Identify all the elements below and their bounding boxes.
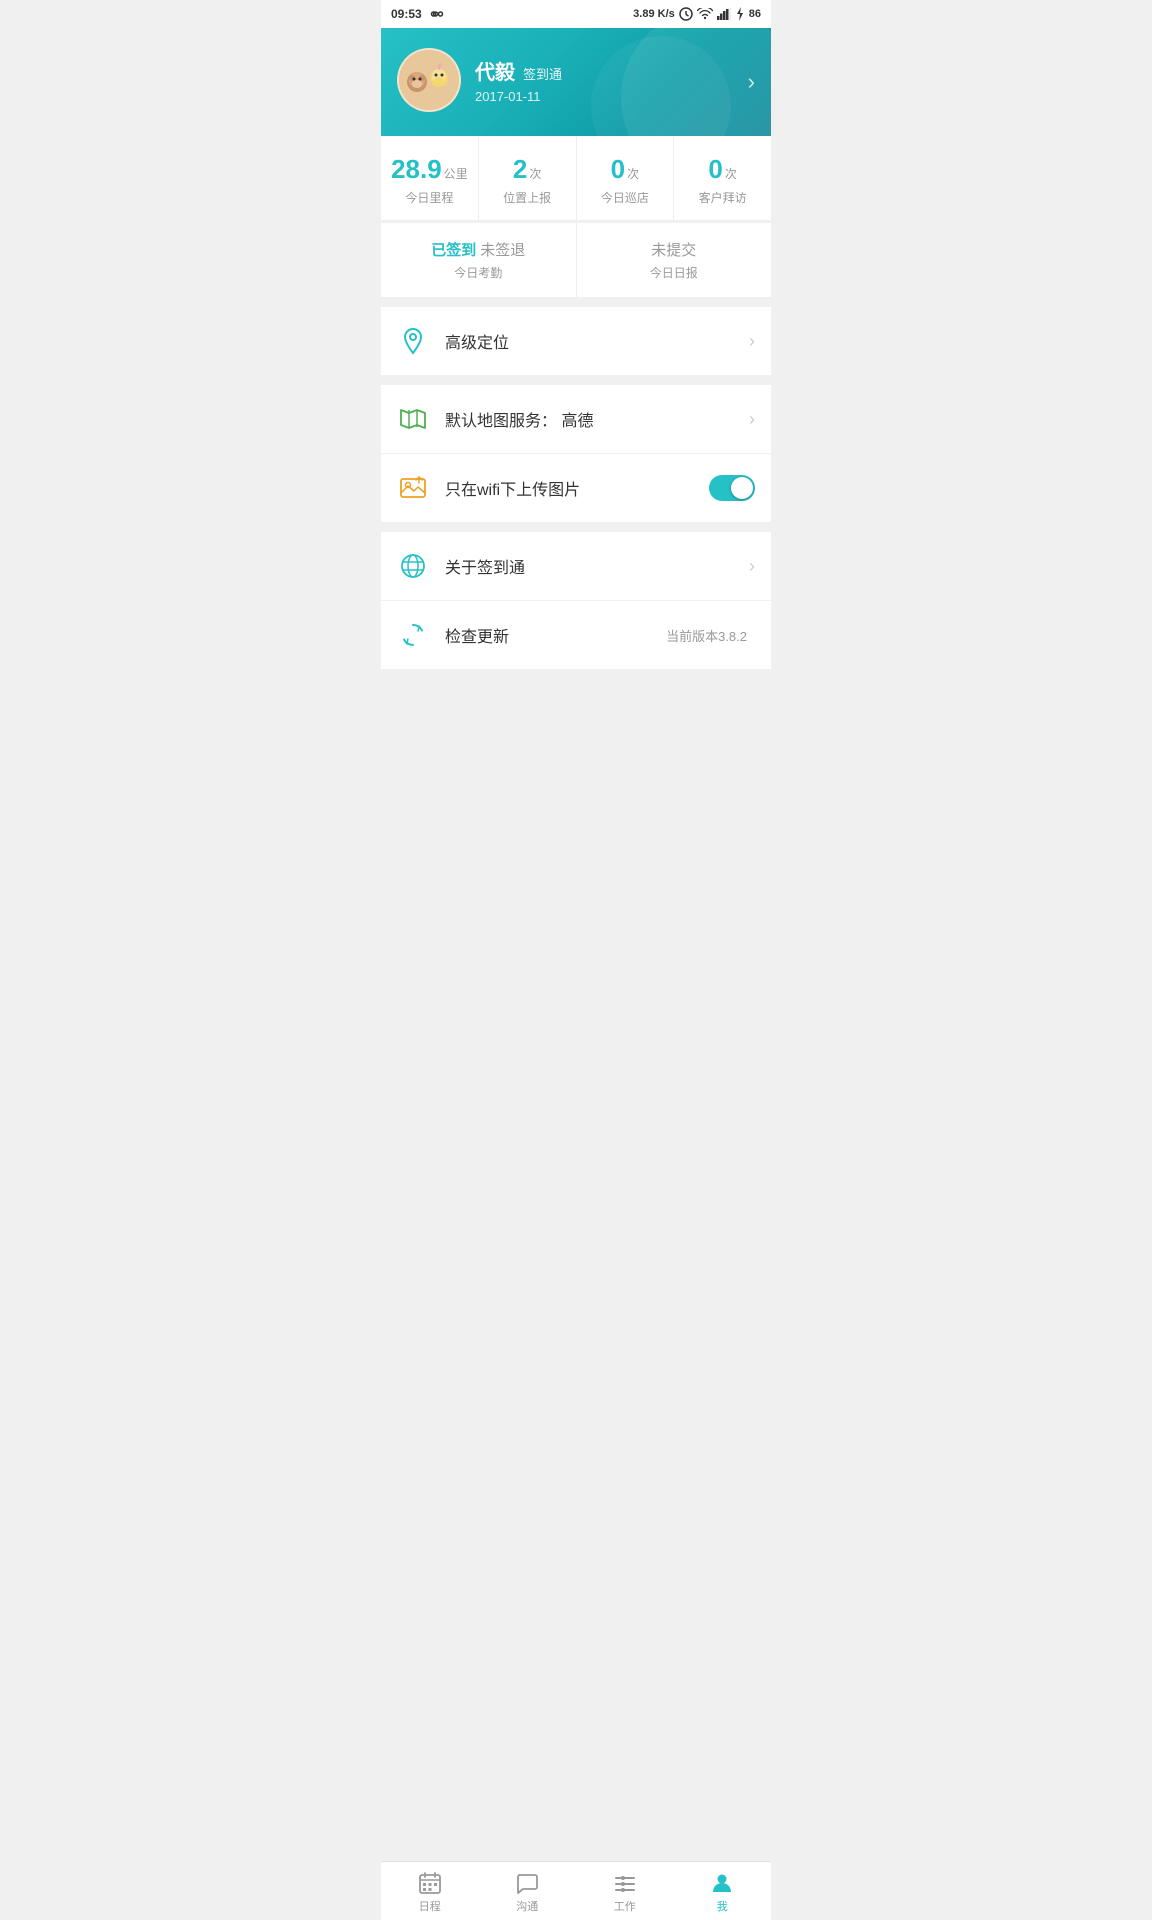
stat-visit-value: 0 bbox=[708, 154, 722, 185]
stat-mileage-label: 今日里程 bbox=[387, 189, 472, 206]
menu-label-about: 关于签到通 bbox=[445, 554, 749, 578]
menu-label-advanced-location: 高级定位 bbox=[445, 329, 749, 353]
menu-item-map-service[interactable]: 默认地图服务： 高德 › bbox=[381, 385, 771, 454]
nav-item-chat[interactable]: 沟通 bbox=[479, 1862, 577, 1920]
menu-section-2: 默认地图服务： 高德 › 只在wifi下上传图片 bbox=[381, 385, 771, 522]
divider-2 bbox=[381, 375, 771, 385]
toggle-knob bbox=[731, 477, 753, 499]
person-icon bbox=[709, 1870, 735, 1896]
status-time: 09:53 bbox=[391, 7, 422, 21]
stat-visit-label: 客户拜访 bbox=[680, 189, 765, 206]
nav-label-me: 我 bbox=[717, 1898, 728, 1914]
report-label: 今日日报 bbox=[587, 264, 762, 281]
attendance-checkin[interactable]: 已签到 未签退 今日考勤 bbox=[381, 223, 577, 297]
bottom-nav: 日程 沟通 工作 bbox=[381, 1861, 771, 1920]
menu-item-wifi-upload[interactable]: 只在wifi下上传图片 bbox=[381, 454, 771, 522]
wifi-icon bbox=[697, 8, 713, 20]
stat-location-label: 位置上报 bbox=[485, 189, 570, 206]
location-icon bbox=[397, 325, 429, 357]
globe-icon bbox=[397, 550, 429, 582]
stat-store-label: 今日巡店 bbox=[583, 189, 668, 206]
avatar bbox=[397, 48, 461, 112]
nav-label-work: 工作 bbox=[614, 1898, 636, 1914]
menu-item-advanced-location[interactable]: 高级定位 › bbox=[381, 307, 771, 375]
stat-mileage-unit: 公里 bbox=[444, 165, 468, 182]
menu-value-check-update: 当前版本3.8.2 bbox=[666, 626, 747, 645]
refresh-icon bbox=[397, 619, 429, 651]
profile-name: 代毅 bbox=[475, 56, 515, 85]
nav-item-me[interactable]: 我 bbox=[674, 1862, 772, 1920]
battery-level: 86 bbox=[749, 8, 761, 20]
stat-visit-unit: 次 bbox=[725, 165, 737, 182]
menu-section-3: 关于签到通 › 检查更新 当前版本3.8.2 bbox=[381, 532, 771, 669]
stat-mileage-value: 28.9 bbox=[391, 154, 442, 185]
stat-store: 0 次 今日巡店 bbox=[577, 136, 675, 220]
stat-store-unit: 次 bbox=[627, 165, 639, 182]
stats-section: 28.9 公里 今日里程 2 次 位置上报 0 次 今日巡店 0 次 客户拜访 bbox=[381, 136, 771, 221]
menu-label-wifi-upload: 只在wifi下上传图片 bbox=[445, 476, 709, 500]
status-left: 09:53 bbox=[391, 7, 446, 21]
network-speed: 3.89 K/s bbox=[633, 8, 675, 20]
attendance-label: 今日考勤 bbox=[391, 264, 566, 281]
profile-date: 2017-01-11 bbox=[475, 89, 755, 104]
stat-location-unit: 次 bbox=[529, 165, 541, 182]
menu-item-about[interactable]: 关于签到通 › bbox=[381, 532, 771, 601]
chat-icon bbox=[514, 1870, 540, 1896]
stat-location-value: 2 bbox=[513, 154, 527, 185]
report-status: 未提交 bbox=[651, 239, 696, 260]
menu-label-map-service: 默认地图服务： 高德 bbox=[445, 407, 749, 431]
menu-arrow-map-service: › bbox=[749, 409, 755, 430]
profile-header[interactable]: 代毅 签到通 2017-01-11 › bbox=[381, 28, 771, 136]
menu-item-check-update[interactable]: 检查更新 当前版本3.8.2 bbox=[381, 601, 771, 669]
status-right: 3.89 K/s 86 bbox=[633, 7, 761, 21]
attendance-report[interactable]: 未提交 今日日报 bbox=[577, 223, 772, 297]
wifi-toggle-wrapper[interactable] bbox=[709, 475, 755, 501]
profile-arrow[interactable]: › bbox=[748, 69, 755, 95]
signal-icon bbox=[717, 8, 731, 20]
nav-label-chat: 沟通 bbox=[516, 1898, 538, 1914]
divider-1 bbox=[381, 297, 771, 307]
status-bar: 09:53 3.89 K/s bbox=[381, 0, 771, 28]
work-icon bbox=[612, 1870, 638, 1896]
stat-location: 2 次 位置上报 bbox=[479, 136, 577, 220]
attendance-section: 已签到 未签退 今日考勤 未提交 今日日报 bbox=[381, 223, 771, 297]
profile-tag: 签到通 bbox=[523, 64, 562, 83]
nav-label-schedule: 日程 bbox=[419, 1898, 441, 1914]
infinity-icon bbox=[428, 8, 446, 20]
menu-arrow-about: › bbox=[749, 556, 755, 577]
stat-store-value: 0 bbox=[611, 154, 625, 185]
signed-status: 已签到 bbox=[431, 239, 476, 260]
charging-icon bbox=[735, 7, 745, 21]
stat-visit: 0 次 客户拜访 bbox=[674, 136, 771, 220]
menu-label-check-update: 检查更新 bbox=[445, 623, 666, 647]
nav-item-work[interactable]: 工作 bbox=[576, 1862, 674, 1920]
image-icon bbox=[397, 472, 429, 504]
menu-arrow-advanced-location: › bbox=[749, 331, 755, 352]
nav-item-schedule[interactable]: 日程 bbox=[381, 1862, 479, 1920]
unsigned-status: 未签退 bbox=[480, 239, 525, 260]
stat-mileage: 28.9 公里 今日里程 bbox=[381, 136, 479, 220]
wifi-upload-toggle[interactable] bbox=[709, 475, 755, 501]
divider-3 bbox=[381, 522, 771, 532]
menu-section-1: 高级定位 › bbox=[381, 307, 771, 375]
map-icon bbox=[397, 403, 429, 435]
profile-info: 代毅 签到通 2017-01-11 bbox=[475, 56, 755, 104]
clock-icon bbox=[679, 7, 693, 21]
calendar-icon bbox=[417, 1870, 443, 1896]
